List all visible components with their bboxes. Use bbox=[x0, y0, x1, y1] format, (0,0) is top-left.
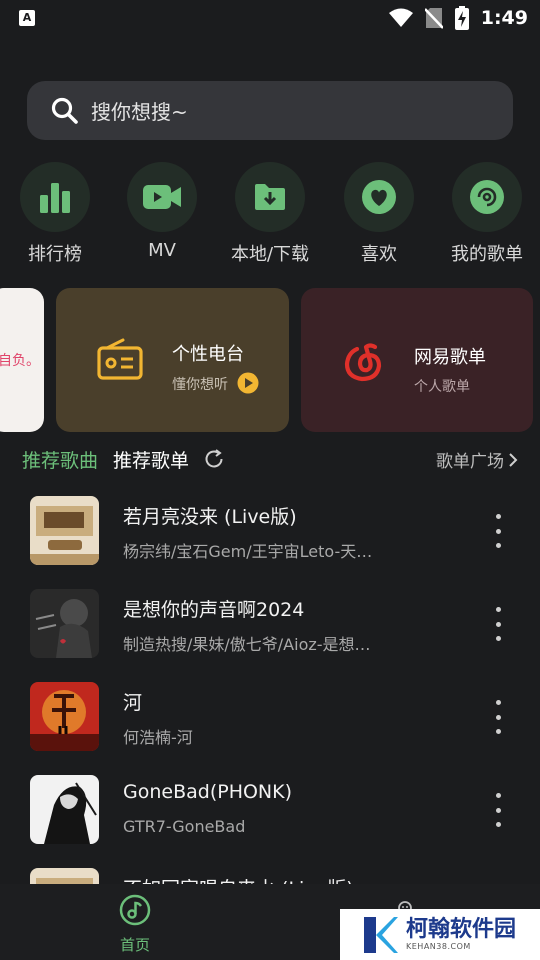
personal-radio-card[interactable]: 个性电台 懂你想听 bbox=[56, 288, 289, 432]
search-icon bbox=[51, 97, 78, 124]
song-artist: GTR7-GoneBad bbox=[123, 817, 246, 836]
song-title: GoneBad(PHONK) bbox=[123, 781, 293, 803]
radio-card-title: 个性电台 bbox=[172, 344, 244, 365]
song-artist: 杨宗纬/宝石Gem/王宇宙Leto-天… bbox=[123, 542, 373, 561]
disc-icon bbox=[470, 180, 504, 214]
quick-action-label: 我的歌单 bbox=[451, 244, 523, 265]
heart-icon bbox=[362, 180, 396, 214]
song-title: 河 bbox=[123, 692, 143, 714]
watermark-url: KEHAN38.COM bbox=[406, 942, 471, 951]
search-placeholder: 搜你想搜~ bbox=[91, 100, 188, 124]
quick-action-label: 本地/下载 bbox=[230, 244, 310, 265]
video-camera-icon bbox=[143, 185, 181, 209]
quick-action-my-playlists[interactable]: 我的歌单 bbox=[437, 162, 537, 266]
quick-action-charts[interactable]: 排行榜 bbox=[5, 162, 105, 266]
nav-home[interactable]: 首页 bbox=[100, 894, 170, 955]
radio-card-subtitle: 懂你想听 bbox=[172, 377, 228, 393]
song-item[interactable]: 若月亮没来 (Live版) 杨宗纬/宝石Gem/王宇宙Leto-天… bbox=[0, 496, 540, 576]
netease-music-icon bbox=[344, 343, 382, 382]
more-options-icon[interactable] bbox=[490, 793, 506, 827]
song-cover bbox=[30, 589, 99, 658]
battery-charging-icon bbox=[454, 6, 469, 30]
watermark: 柯翰软件园 KEHAN38.COM bbox=[340, 909, 540, 960]
more-options-icon[interactable] bbox=[490, 607, 506, 641]
app-notification-icon: A bbox=[19, 10, 35, 26]
bar-chart-icon bbox=[40, 183, 70, 213]
more-options-icon[interactable] bbox=[490, 514, 506, 548]
recommend-section-header: 推荐歌曲 推荐歌单 歌单广场 bbox=[0, 446, 540, 472]
quick-action-label: 排行榜 bbox=[28, 244, 82, 265]
playlist-square-link[interactable]: 歌单广场 bbox=[436, 447, 518, 472]
song-artist: 何浩楠-河 bbox=[123, 728, 193, 747]
radio-icon bbox=[97, 338, 143, 380]
banner-partial-text: 自负。 bbox=[0, 353, 40, 369]
playlist-square-label: 歌单广场 bbox=[436, 452, 504, 472]
netease-playlist-card[interactable]: 网易歌单 个人歌单 bbox=[301, 288, 533, 432]
nav-home-label: 首页 bbox=[119, 936, 150, 954]
quick-action-local-download[interactable]: 本地/下载 bbox=[220, 162, 320, 266]
netease-card-title: 网易歌单 bbox=[414, 347, 486, 368]
tab-recommended-songs[interactable]: 推荐歌曲 bbox=[22, 446, 98, 473]
play-icon[interactable] bbox=[237, 372, 259, 394]
folder-download-icon bbox=[255, 184, 285, 210]
refresh-icon[interactable] bbox=[203, 448, 225, 470]
no-sim-icon bbox=[424, 8, 443, 29]
song-cover bbox=[30, 496, 99, 565]
song-item[interactable]: GoneBad(PHONK) GTR7-GoneBad bbox=[0, 775, 540, 855]
quick-action-mv[interactable]: MV bbox=[112, 162, 212, 261]
music-note-home-icon bbox=[119, 894, 151, 926]
search-bar[interactable]: 搜你想搜~ bbox=[27, 81, 513, 140]
song-artist: 制造热搜/果妹/傲七爷/Aioz-是想… bbox=[123, 635, 371, 654]
song-cover bbox=[30, 775, 99, 844]
quick-action-label: MV bbox=[148, 240, 176, 261]
chevron-right-icon bbox=[509, 452, 518, 467]
status-bar: A 1:49 bbox=[0, 0, 540, 36]
song-title: 若月亮没来 (Live版) bbox=[123, 506, 297, 528]
wifi-icon bbox=[388, 8, 413, 27]
tab-recommended-playlists[interactable]: 推荐歌单 bbox=[113, 446, 189, 473]
song-item[interactable]: 河 何浩楠-河 bbox=[0, 682, 540, 762]
song-cover bbox=[30, 682, 99, 751]
quick-action-label: 喜欢 bbox=[361, 244, 397, 265]
banner-card-partial[interactable]: 自负。 bbox=[0, 288, 44, 432]
clock: 1:49 bbox=[480, 7, 528, 29]
netease-card-subtitle: 个人歌单 bbox=[414, 379, 470, 395]
status-icons: 1:49 bbox=[388, 6, 528, 30]
more-options-icon[interactable] bbox=[490, 700, 506, 734]
watermark-logo bbox=[364, 916, 398, 953]
song-title: 是想你的声音啊2024 bbox=[123, 599, 305, 621]
watermark-name: 柯翰软件园 bbox=[406, 917, 517, 942]
song-item[interactable]: 是想你的声音啊2024 制造热搜/果妹/傲七爷/Aioz-是想… bbox=[0, 589, 540, 669]
quick-action-favorites[interactable]: 喜欢 bbox=[329, 162, 429, 266]
